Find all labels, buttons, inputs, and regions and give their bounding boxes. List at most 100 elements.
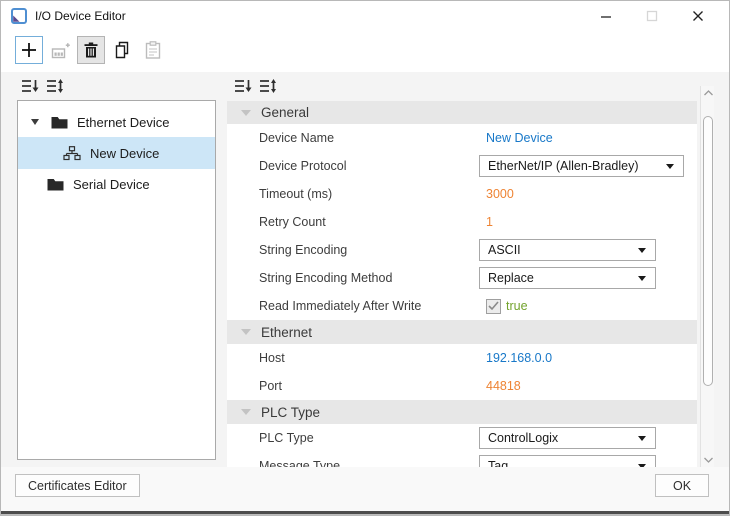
- property-row-device-name: Device Name New Device: [227, 124, 697, 152]
- dropdown-selected-value: ControlLogix: [488, 431, 558, 445]
- property-label: Message Type: [227, 459, 479, 467]
- chevron-down-icon: [638, 276, 646, 281]
- maximize-icon: [646, 10, 658, 22]
- chevron-down-icon: [666, 164, 674, 169]
- checkmark-icon: [488, 301, 499, 311]
- scrollbar-thumb[interactable]: [703, 116, 713, 386]
- device-protocol-dropdown[interactable]: EtherNet/IP (Allen-Bradley): [479, 155, 684, 177]
- folder-icon: [47, 178, 64, 191]
- property-row-plc-type: PLC Type ControlLogix: [227, 424, 697, 452]
- tree-item-label: Serial Device: [73, 177, 150, 192]
- property-row-host: Host 192.168.0.0: [227, 344, 697, 372]
- property-row-message-type: Message Type Tag: [227, 452, 697, 467]
- expand-all-icon[interactable]: [259, 78, 277, 94]
- property-row-timeout: Timeout (ms) 3000: [227, 180, 697, 208]
- dropdown-selected-value: Tag: [488, 459, 508, 467]
- trash-icon: [83, 42, 99, 59]
- property-label: Device Name: [227, 131, 479, 145]
- message-type-dropdown[interactable]: Tag: [479, 455, 656, 467]
- property-label: Read Immediately After Write: [227, 299, 479, 313]
- property-label: PLC Type: [227, 431, 479, 445]
- properties-panel: General Device Name New Device Device Pr…: [227, 101, 697, 467]
- tree-item-new-device[interactable]: New Device: [18, 137, 215, 169]
- app-logo-icon: [11, 8, 27, 24]
- network-device-icon: [63, 146, 81, 161]
- props-panel-iconbar: [234, 78, 277, 94]
- tree-item-serial-device[interactable]: Serial Device: [18, 169, 215, 199]
- dropdown-selected-value: Replace: [488, 271, 534, 285]
- titlebar: I/O Device Editor: [1, 1, 729, 30]
- retry-count-value[interactable]: 1: [479, 215, 493, 229]
- chevron-down-icon: [638, 436, 646, 441]
- property-label: Timeout (ms): [227, 187, 479, 201]
- section-collapse-icon: [241, 409, 251, 415]
- window-bottom-edge: [1, 511, 729, 515]
- property-row-device-protocol: Device Protocol EtherNet/IP (Allen-Bradl…: [227, 152, 697, 180]
- chevron-down-icon: [638, 248, 646, 253]
- certificates-editor-button[interactable]: Certificates Editor: [15, 474, 140, 497]
- tree-panel-iconbar: [21, 78, 64, 94]
- paste-device-button: [139, 36, 167, 64]
- timeout-value[interactable]: 3000: [479, 187, 514, 201]
- copy-icon: [114, 41, 131, 59]
- section-header-general[interactable]: General: [227, 101, 697, 124]
- expander-triangle-icon[interactable]: [31, 119, 39, 125]
- string-encoding-method-dropdown[interactable]: Replace: [479, 267, 656, 289]
- scroll-down-icon[interactable]: [701, 453, 715, 467]
- property-row-retry-count: Retry Count 1: [227, 208, 697, 236]
- copy-device-button[interactable]: [108, 36, 136, 64]
- maximize-button: [629, 1, 675, 30]
- folder-icon: [51, 116, 68, 129]
- dropdown-selected-value: ASCII: [488, 243, 521, 257]
- ok-button[interactable]: OK: [655, 474, 709, 497]
- device-toolbar: [15, 36, 167, 64]
- add-device-group-button: [46, 36, 74, 64]
- main-content: Ethernet Device New Device Seria: [1, 72, 729, 469]
- close-button[interactable]: [675, 1, 721, 30]
- section-title: Ethernet: [261, 325, 312, 340]
- plus-icon: [20, 41, 38, 59]
- tree-item-ethernet-device[interactable]: Ethernet Device: [18, 107, 215, 137]
- property-label: String Encoding Method: [227, 271, 479, 285]
- device-name-value[interactable]: New Device: [479, 131, 553, 145]
- section-header-plc-type[interactable]: PLC Type: [227, 400, 697, 424]
- host-value[interactable]: 192.168.0.0: [479, 351, 552, 365]
- property-row-string-encoding: String Encoding ASCII: [227, 236, 697, 264]
- read-immediately-value: true: [501, 299, 528, 313]
- property-label: Device Protocol: [227, 159, 479, 173]
- property-row-port: Port 44818: [227, 372, 697, 400]
- collapse-all-icon[interactable]: [21, 78, 39, 94]
- tree-item-label: Ethernet Device: [77, 115, 170, 130]
- minimize-icon: [600, 10, 612, 22]
- string-encoding-dropdown[interactable]: ASCII: [479, 239, 656, 261]
- property-label: Port: [227, 379, 479, 393]
- section-title: PLC Type: [261, 405, 320, 420]
- expand-all-icon[interactable]: [46, 78, 64, 94]
- section-collapse-icon: [241, 329, 251, 335]
- dropdown-selected-value: EtherNet/IP (Allen-Bradley): [488, 159, 639, 173]
- minimize-button[interactable]: [583, 1, 629, 30]
- read-immediately-checkbox[interactable]: [486, 299, 501, 314]
- plc-type-dropdown[interactable]: ControlLogix: [479, 427, 656, 449]
- add-device-button[interactable]: [15, 36, 43, 64]
- properties-scrollbar[interactable]: [700, 86, 714, 467]
- close-icon: [692, 10, 704, 22]
- footer-bar: Certificates Editor OK: [1, 467, 729, 511]
- scroll-up-icon[interactable]: [701, 86, 715, 100]
- property-row-string-encoding-method: String Encoding Method Replace: [227, 264, 697, 292]
- section-collapse-icon: [241, 110, 251, 116]
- property-row-read-immediately: Read Immediately After Write true: [227, 292, 697, 320]
- collapse-all-icon[interactable]: [234, 78, 252, 94]
- window-title: I/O Device Editor: [35, 9, 126, 23]
- property-label: Retry Count: [227, 215, 479, 229]
- io-device-editor-window: I/O Device Editor: [0, 0, 730, 516]
- tree-item-label: New Device: [90, 146, 159, 161]
- section-header-ethernet[interactable]: Ethernet: [227, 320, 697, 344]
- port-value[interactable]: 44818: [479, 379, 521, 393]
- delete-device-button[interactable]: [77, 36, 105, 64]
- device-group-plus-icon: [51, 42, 70, 59]
- section-title: General: [261, 105, 309, 120]
- property-label: String Encoding: [227, 243, 479, 257]
- paste-icon: [145, 41, 161, 59]
- property-label: Host: [227, 351, 479, 365]
